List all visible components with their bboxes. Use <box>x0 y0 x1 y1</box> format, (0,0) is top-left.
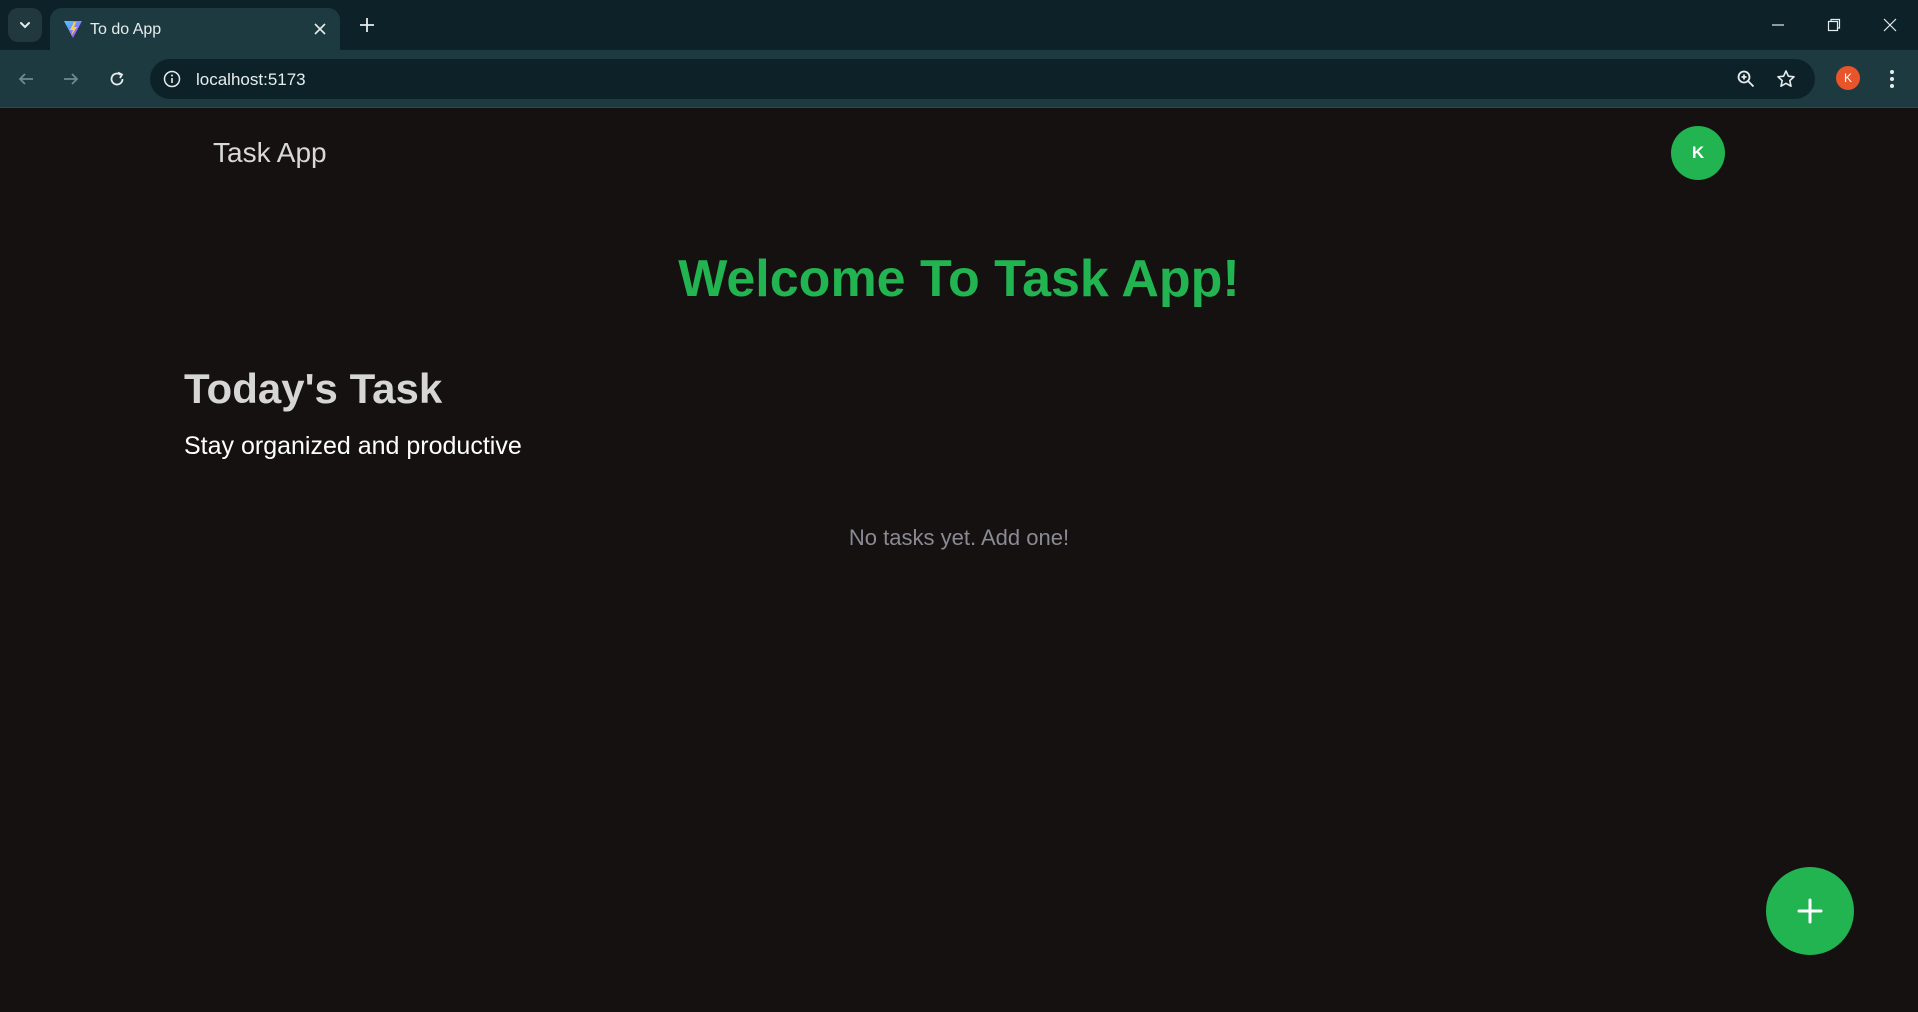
close-icon <box>314 23 326 35</box>
empty-task-message: No tasks yet. Add one! <box>848 525 1070 550</box>
welcome-heading: Welcome To Task App! <box>678 250 1240 308</box>
plus-icon <box>360 18 374 32</box>
section-title: Today's Task <box>184 365 443 412</box>
tab-search-button[interactable] <box>8 8 42 42</box>
kebab-menu-icon <box>1890 70 1894 88</box>
forward-button[interactable] <box>53 61 89 97</box>
browser-tab-strip: To do App <box>0 0 1918 50</box>
arrow-left-icon <box>18 73 33 85</box>
user-avatar[interactable]: K <box>1671 126 1725 180</box>
chevron-down-icon <box>20 22 30 29</box>
reload-button[interactable] <box>99 61 135 97</box>
arrow-right-icon <box>64 73 79 85</box>
browser-tab-active[interactable]: To do App <box>50 8 340 50</box>
profile-button[interactable]: K <box>1836 66 1860 90</box>
zoom-button[interactable] <box>1734 67 1758 91</box>
close-window-button[interactable] <box>1862 0 1918 50</box>
tab-title: To do App <box>90 21 162 38</box>
app-page: Task App K Welcome To Task App! Today's … <box>0 109 1918 1012</box>
minimize-icon <box>1772 24 1784 26</box>
section-subtitle: Stay organized and productive <box>184 432 522 460</box>
vite-logo-icon <box>64 21 82 38</box>
star-icon <box>1777 70 1795 87</box>
new-tab-button[interactable] <box>352 10 382 40</box>
plus-icon <box>1797 898 1823 924</box>
url-text[interactable]: localhost:5173 <box>196 70 306 90</box>
restore-button[interactable] <box>1806 0 1862 50</box>
brand-title[interactable]: Task App <box>213 137 327 169</box>
browser-menu-button[interactable] <box>1880 64 1904 94</box>
reload-icon <box>110 71 124 86</box>
site-info-button[interactable] <box>158 65 186 93</box>
restore-icon <box>1827 18 1841 32</box>
zoom-icon <box>1737 70 1755 88</box>
add-task-button[interactable] <box>1766 867 1854 955</box>
address-bar[interactable]: localhost:5173 <box>150 59 1815 99</box>
bookmark-button[interactable] <box>1774 67 1798 91</box>
tab-close-button[interactable] <box>310 19 330 39</box>
back-button[interactable] <box>8 61 44 97</box>
close-icon <box>1883 18 1897 32</box>
info-icon <box>163 70 181 88</box>
minimize-button[interactable] <box>1750 0 1806 50</box>
browser-toolbar: localhost:5173 K <box>0 50 1918 108</box>
